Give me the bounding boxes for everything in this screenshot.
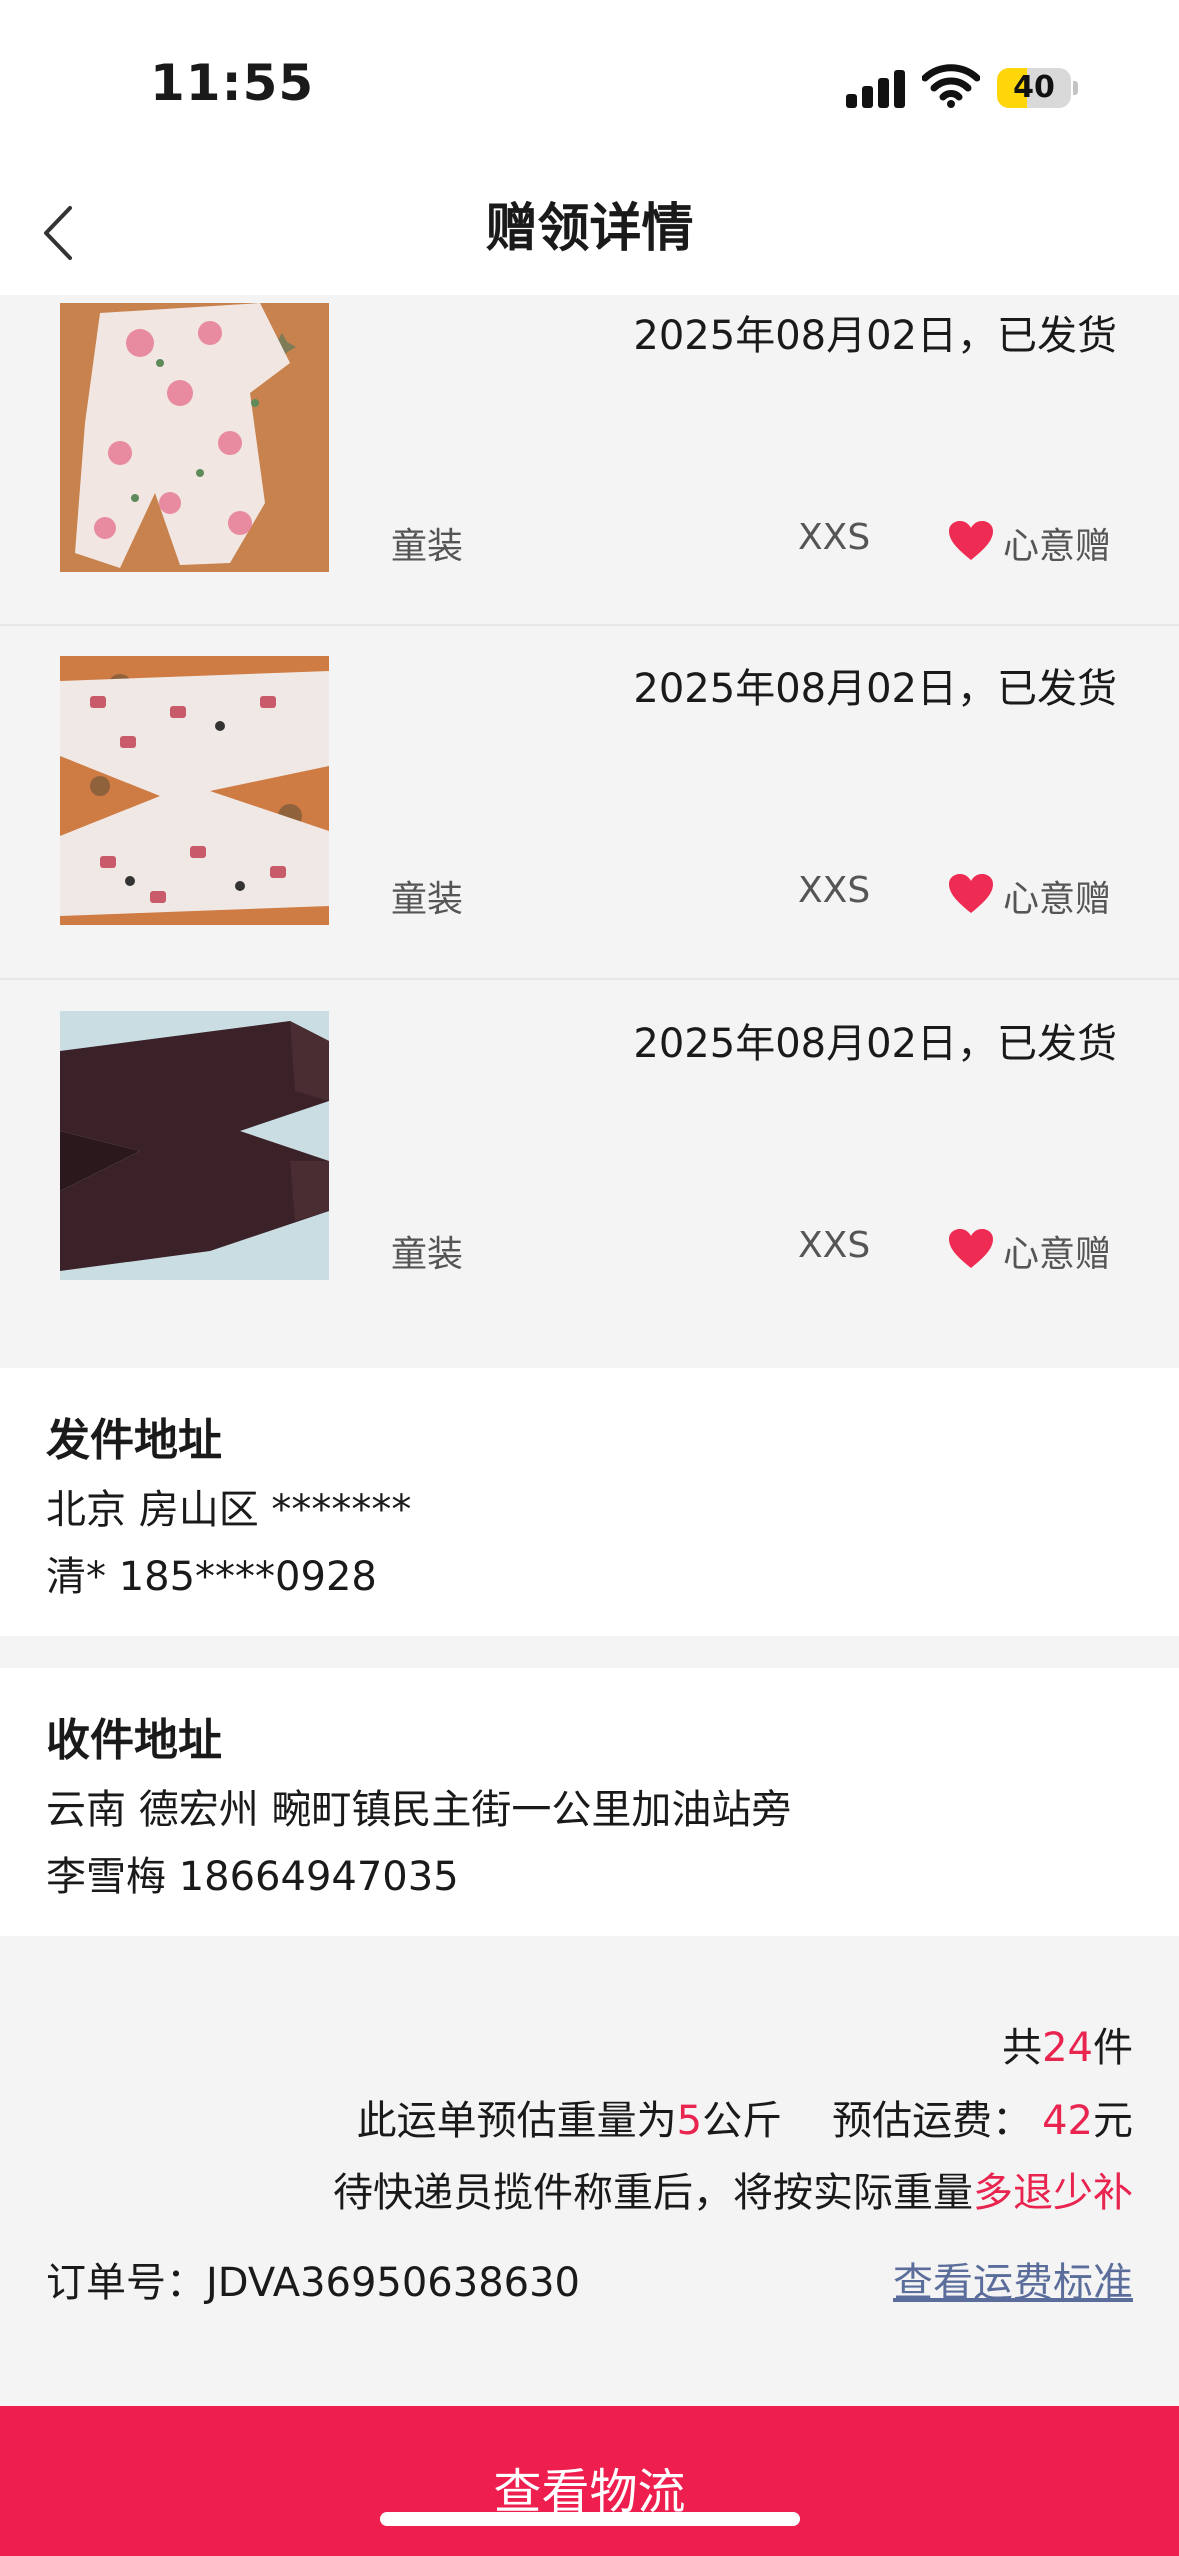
heart-icon xyxy=(949,874,993,913)
sender-address: 北京 房山区 ******* xyxy=(46,1487,412,1533)
refund-note: 多退少补 xyxy=(973,2170,1133,2216)
product-image-pants-print[interactable] xyxy=(60,656,329,925)
order-number: 订单号：JDVA36950638630 xyxy=(46,2260,581,2306)
item-size: XXS xyxy=(798,870,871,911)
battery-percent: 40 xyxy=(1013,70,1055,105)
item-tag: 心意赠 xyxy=(1003,526,1112,567)
item-size: XXS xyxy=(798,517,871,558)
list-item[interactable]: 2025年08月02日，已发货 童装 XXS 心意赠 xyxy=(0,626,1179,980)
sender-address-card: 发件地址 北京 房山区 ******* 清* 185****0928 xyxy=(0,1368,1179,1636)
item-tag: 心意赠 xyxy=(1003,1234,1112,1275)
item-category: 童装 xyxy=(391,879,464,920)
estimated-fee: 42 xyxy=(1042,2098,1093,2144)
heart-icon xyxy=(949,521,993,560)
item-category: 童装 xyxy=(391,526,464,567)
estimated-weight: 5 xyxy=(676,2098,703,2144)
sender-title: 发件地址 xyxy=(46,1415,222,1466)
heart-icon xyxy=(949,1229,993,1268)
item-size: XXS xyxy=(798,1225,871,1266)
status-bar: 11:55 40 xyxy=(0,0,1179,170)
weight-note-line: 待快递员揽件称重后，将按实际重量多退少补 xyxy=(333,2170,1133,2216)
item-date-status: 2025年08月02日，已发货 xyxy=(633,666,1117,712)
list-item[interactable]: 2025年08月02日，已发货 童装 XXS 心意赠 xyxy=(0,980,1179,1368)
receiver-title: 收件地址 xyxy=(46,1715,222,1766)
shipping-fee-standard-link[interactable]: 查看运费标准 xyxy=(893,2250,1133,2308)
battery-icon: 40 xyxy=(997,68,1078,108)
page-title: 赠领详情 xyxy=(485,199,694,259)
total-count-line: 共24件 xyxy=(1002,2025,1133,2071)
product-image-velvet-pants[interactable] xyxy=(60,1011,329,1280)
product-image-pajamas-pink[interactable] xyxy=(60,303,329,572)
item-tag: 心意赠 xyxy=(1003,879,1112,920)
nav-bar: 赠领详情 xyxy=(0,170,1179,295)
receiver-contact: 李雪梅 18664947035 xyxy=(46,1854,459,1900)
item-date-status: 2025年08月02日，已发货 xyxy=(633,1021,1117,1067)
list-item[interactable]: 2025年08月02日，已发货 童装 XXS 心意赠 xyxy=(0,295,1179,626)
item-date-status: 2025年08月02日，已发货 xyxy=(633,313,1117,359)
receiver-address: 云南 德宏州 畹町镇民主街一公里加油站旁 xyxy=(46,1787,792,1833)
item-category: 童装 xyxy=(391,1234,464,1275)
status-time: 11:55 xyxy=(150,54,315,112)
wifi-icon xyxy=(922,64,980,108)
view-logistics-button[interactable]: 查看物流 xyxy=(0,2406,1179,2556)
total-count: 24 xyxy=(1042,2025,1093,2071)
home-indicator[interactable] xyxy=(380,2512,800,2526)
receiver-address-card: 收件地址 云南 德宏州 畹町镇民主街一公里加油站旁 李雪梅 1866494703… xyxy=(0,1668,1179,1936)
cellular-signal-icon xyxy=(846,70,906,108)
estimate-line: 此运单预估重量为5公斤 预估运费： 42元 xyxy=(356,2098,1133,2144)
sender-contact: 清* 185****0928 xyxy=(46,1554,377,1600)
